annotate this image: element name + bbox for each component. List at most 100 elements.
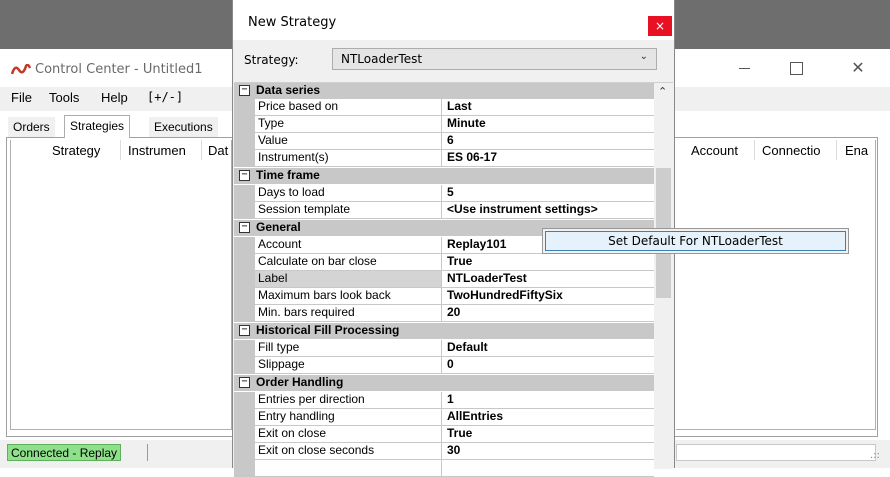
strategy-label: Strategy: <box>244 53 299 67</box>
strategy-select[interactable]: NTLoaderTest ⌄ <box>332 48 657 70</box>
property-row[interactable]: Instrument(s) ES 06-17 <box>234 150 654 167</box>
resize-grip-icon[interactable]: .:: <box>870 450 880 461</box>
column-separator <box>836 140 837 160</box>
tab-executions[interactable]: Executions <box>149 117 218 137</box>
property-name: Account <box>255 237 442 254</box>
property-row[interactable]: Exit on close seconds 30 <box>234 443 654 460</box>
property-row[interactable]: Type Minute <box>234 116 654 133</box>
dialog-close-button[interactable]: × <box>648 16 672 36</box>
chevron-up-icon[interactable]: ⌃ <box>658 85 667 98</box>
collapse-icon[interactable]: − <box>239 325 250 336</box>
category-label: Historical Fill Processing <box>256 323 400 337</box>
property-value[interactable] <box>442 460 654 477</box>
collapse-icon[interactable]: − <box>239 85 250 96</box>
property-value[interactable]: Default <box>442 340 654 357</box>
property-value[interactable]: NTLoaderTest <box>442 271 654 288</box>
property-row[interactable]: Entries per direction 1 <box>234 392 654 409</box>
category-label: Order Handling <box>256 375 344 389</box>
property-row[interactable]: Min. bars required 20 <box>234 305 654 322</box>
property-value[interactable]: 6 <box>442 133 654 150</box>
maximize-button[interactable] <box>786 59 806 77</box>
property-row[interactable]: Session template <Use instrument settings… <box>234 202 654 219</box>
column-connection[interactable]: Connectio <box>762 143 821 158</box>
collapse-icon[interactable]: − <box>239 377 250 388</box>
set-default-menu-item[interactable]: Set Default For NTLoaderTest <box>545 231 846 251</box>
property-value[interactable]: True <box>442 254 654 271</box>
column-enabled[interactable]: Ena <box>845 143 868 158</box>
menu-expand-collapse[interactable]: [+/-] <box>147 90 183 104</box>
strategies-grid-left[interactable] <box>10 140 232 430</box>
property-row-selected[interactable]: Label NTLoaderTest <box>234 271 654 288</box>
property-name: Calculate on bar close <box>255 254 442 271</box>
tab-strategies[interactable]: Strategies <box>64 115 131 138</box>
column-instrument[interactable]: Instrumen <box>128 143 186 158</box>
property-grid: − Data series Price based on Last Type Min… <box>234 82 673 477</box>
property-row[interactable]: Price based on Last <box>234 99 654 116</box>
ninjatrader-logo-icon <box>11 64 31 75</box>
property-name: Fill type <box>255 340 442 357</box>
property-value[interactable]: ES 06-17 <box>442 150 654 167</box>
column-separator <box>120 140 121 160</box>
menu-help[interactable]: Help <box>101 90 128 105</box>
collapse-icon[interactable]: − <box>239 170 250 181</box>
minimize-button[interactable] <box>733 58 763 78</box>
category-time-frame[interactable]: − Time frame <box>234 168 654 184</box>
property-row[interactable]: Slippage 0 <box>234 357 654 374</box>
property-name: Maximum bars look back <box>255 288 442 305</box>
property-value[interactable]: 30 <box>442 443 654 460</box>
context-menu: Set Default For NTLoaderTest <box>542 228 849 254</box>
category-historical-fill-processing[interactable]: − Historical Fill Processing <box>234 323 654 339</box>
property-row[interactable]: Days to load 5 <box>234 185 654 202</box>
strategy-select-value: NTLoaderTest <box>341 52 423 66</box>
property-value[interactable]: 0 <box>442 357 654 374</box>
column-data[interactable]: Dat <box>208 143 228 158</box>
property-value[interactable]: Last <box>442 99 654 116</box>
property-name: Instrument(s) <box>255 150 442 167</box>
property-name: Entry handling <box>255 409 442 426</box>
property-row[interactable]: Fill type Default <box>234 340 654 357</box>
category-label: General <box>256 220 301 234</box>
property-value[interactable]: AllEntries <box>442 409 654 426</box>
close-icon: × <box>654 19 666 33</box>
status-field <box>147 444 151 461</box>
property-row[interactable]: Exit on close True <box>234 426 654 443</box>
property-value[interactable]: True <box>442 426 654 443</box>
property-value[interactable]: TwoHundredFiftySix <box>442 288 654 305</box>
property-value[interactable]: 5 <box>442 185 654 202</box>
property-row[interactable]: Maximum bars look back TwoHundredFiftySix <box>234 288 654 305</box>
strategies-grid-right[interactable] <box>676 140 876 430</box>
status-field-right <box>676 444 876 461</box>
property-name: Label <box>255 271 442 288</box>
property-row[interactable]: Calculate on bar close True <box>234 254 654 271</box>
property-name: Type <box>255 116 442 133</box>
menu-file[interactable]: File <box>11 90 32 105</box>
property-name: Session template <box>255 202 442 219</box>
column-strategy[interactable]: Strategy <box>52 143 100 158</box>
property-name: Exit on close seconds <box>255 443 442 460</box>
tab-orders[interactable]: Orders <box>8 117 55 137</box>
category-label: Data series <box>256 83 321 97</box>
collapse-icon[interactable]: − <box>239 222 250 233</box>
category-data-series[interactable]: − Data series <box>234 83 654 99</box>
property-name: Value <box>255 133 442 150</box>
column-account[interactable]: Account <box>691 143 738 158</box>
property-value[interactable]: 20 <box>442 305 654 322</box>
category-label: Time frame <box>256 168 320 182</box>
property-row[interactable]: Entry handling AllEntries <box>234 409 654 426</box>
column-separator <box>754 140 755 160</box>
property-value[interactable]: Minute <box>442 116 654 133</box>
menu-tools[interactable]: Tools <box>49 90 79 105</box>
chevron-down-icon: ⌄ <box>639 51 648 62</box>
property-name: Slippage <box>255 357 442 374</box>
property-grid-scrollbar[interactable]: ⌃ <box>654 83 673 469</box>
property-name: Entries per direction <box>255 392 442 409</box>
property-row[interactable]: Value 6 <box>234 133 654 150</box>
column-separator <box>201 140 202 160</box>
category-order-handling[interactable]: − Order Handling <box>234 375 654 391</box>
control-center-close-button[interactable]: ✕ <box>846 57 870 79</box>
property-row-partial[interactable] <box>234 460 654 477</box>
property-value[interactable]: 1 <box>442 392 654 409</box>
dialog-title: New Strategy <box>248 15 337 30</box>
close-icon: ✕ <box>851 58 865 77</box>
property-value[interactable]: <Use instrument settings> <box>442 202 654 219</box>
